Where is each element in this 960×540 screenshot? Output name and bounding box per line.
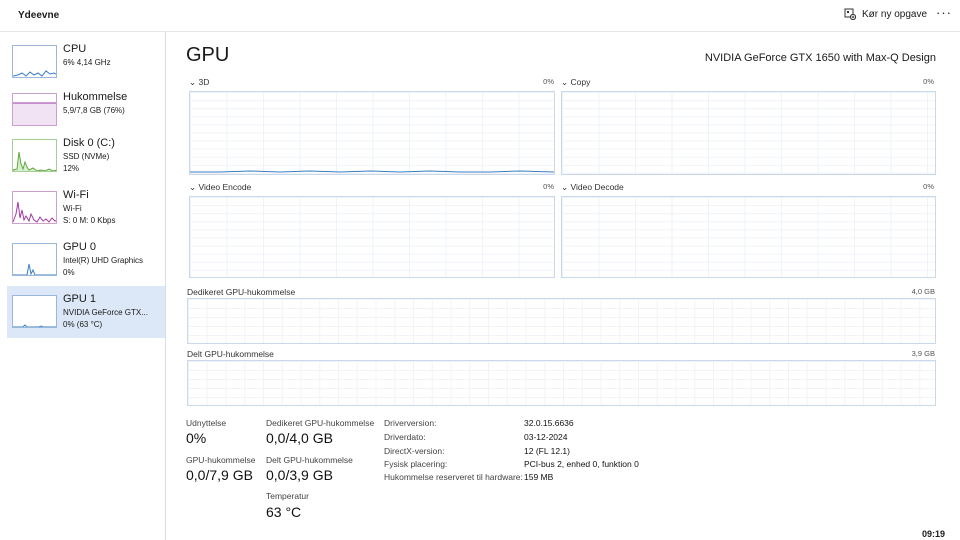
gpu-memory-value: 0,0/7,9 GB xyxy=(186,467,253,483)
sidebar-item-throughput: S: 0 M: 0 Kbps xyxy=(63,216,116,225)
gpu-model-name: NVIDIA GeForce GTX 1650 with Max-Q Desig… xyxy=(704,52,936,64)
directx-version-value: 12 (FL 12.1) xyxy=(524,446,570,456)
sidebar-item-gpu-0[interactable]: GPU 0 Intel(R) UHD Graphics 0% xyxy=(7,234,165,286)
shared-memory-label: Delt GPU-hukommelse xyxy=(266,455,353,465)
graph-selector-video-decode[interactable]: ⌄ Video Decode xyxy=(561,182,624,193)
sidebar-item-title: GPU 1 xyxy=(63,293,97,305)
sidebar-item-detail: Intel(R) UHD Graphics xyxy=(63,256,144,265)
graph-selector-copy[interactable]: ⌄ Copy xyxy=(561,77,590,88)
graph-percent-3d: 0% xyxy=(543,77,554,86)
gpu1-thumbnail xyxy=(12,295,57,328)
shared-memory-graph-label: Delt GPU-hukommelse xyxy=(187,349,274,359)
physical-location-value: PCI-bus 2, enhed 0, funktion 0 xyxy=(524,459,639,469)
driver-date-key: Driverdato: xyxy=(384,432,426,442)
shared-memory-max: 3,9 GB xyxy=(911,349,935,358)
chevron-down-icon: ⌄ xyxy=(189,182,197,192)
graph-selector-video-encode[interactable]: ⌄ Video Encode xyxy=(189,182,251,193)
sidebar-item-usage: 0% (63 °C) xyxy=(63,320,103,329)
graph-percent-video-decode: 0% xyxy=(923,182,934,191)
reserved-memory-key: Hukommelse reserveret til hardware: xyxy=(384,472,523,482)
graph-selector-3d[interactable]: ⌄ 3D xyxy=(189,77,209,88)
graph-label-video-decode: Video Decode xyxy=(570,182,624,192)
new-task-icon xyxy=(844,8,856,20)
sidebar-item-title: Hukommelse xyxy=(63,91,128,103)
graph-percent-video-encode: 0% xyxy=(543,182,554,191)
chevron-down-icon: ⌄ xyxy=(561,182,569,192)
reserved-memory-value: 159 MB xyxy=(524,472,554,482)
graph-label-copy: Copy xyxy=(570,77,591,87)
graph-video-decode xyxy=(561,196,936,278)
dedicated-memory-graph-label: Dedikeret GPU-hukommelse xyxy=(187,287,296,297)
temperature-value: 63 °C xyxy=(266,504,302,520)
memory-thumbnail xyxy=(12,93,57,126)
sidebar-item-title: GPU 0 xyxy=(63,241,97,253)
sidebar-item-cpu[interactable]: CPU 6% 4,14 GHz xyxy=(7,36,165,88)
graph-video-encode xyxy=(189,196,555,278)
physical-location-key: Fysisk placering: xyxy=(384,459,448,469)
sidebar-item-title: CPU xyxy=(63,43,87,55)
driver-date-value: 03-12-2024 xyxy=(524,432,568,442)
dedicated-memory-max: 4,0 GB xyxy=(911,287,935,296)
sidebar-item-detail: Wi-Fi xyxy=(63,204,82,213)
sidebar-item-detail: NVIDIA GeForce GTX... xyxy=(63,308,148,317)
sidebar-item-disk[interactable]: Disk 0 (C:) SSD (NVMe) 12% xyxy=(7,130,165,182)
sidebar-item-gpu-1[interactable]: GPU 1 NVIDIA GeForce GTX... 0% (63 °C) xyxy=(7,286,165,338)
shared-memory-graph xyxy=(187,360,936,406)
shared-memory-value: 0,0/3,9 GB xyxy=(266,467,333,483)
dedicated-memory-graph xyxy=(187,298,936,344)
driver-version-key: Driverversion: xyxy=(384,418,437,428)
sidebar-item-wifi[interactable]: Wi-Fi Wi-Fi S: 0 M: 0 Kbps xyxy=(7,182,165,234)
app-title: Ydeevne xyxy=(18,10,60,21)
graph-copy xyxy=(561,91,936,175)
graph-percent-copy: 0% xyxy=(923,77,934,86)
more-options-button[interactable]: ··· xyxy=(936,5,952,20)
graph-3d-line xyxy=(190,170,554,173)
run-new-task-label: Kør ny opgave xyxy=(862,8,928,20)
cpu-thumbnail xyxy=(12,45,57,78)
dedicated-memory-value: 0,0/4,0 GB xyxy=(266,430,333,446)
clock: 09:19 xyxy=(922,529,946,539)
sidebar-item-detail: SSD (NVMe) xyxy=(63,152,110,161)
wifi-thumbnail xyxy=(12,191,57,224)
sidebar: CPU 6% 4,14 GHz Hukommelse 5,9/7,8 GB (7… xyxy=(0,32,166,540)
gpu0-thumbnail xyxy=(12,243,57,276)
directx-version-key: DirectX-version: xyxy=(384,446,445,456)
sidebar-item-title: Disk 0 (C:) xyxy=(63,137,115,149)
run-new-task-button[interactable]: Kør ny opgave xyxy=(844,8,927,20)
chevron-down-icon: ⌄ xyxy=(189,77,197,87)
title-bar: Ydeevne Kør ny opgave ··· xyxy=(0,0,960,32)
sidebar-item-usage: 12% xyxy=(63,164,80,173)
disk-thumbnail xyxy=(12,139,57,172)
sidebar-item-usage: 0% xyxy=(63,268,75,277)
graph-label-video-encode: Video Encode xyxy=(198,182,252,192)
sidebar-item-detail: 6% 4,14 GHz xyxy=(63,58,111,67)
sidebar-item-memory[interactable]: Hukommelse 5,9/7,8 GB (76%) xyxy=(7,84,165,136)
temperature-label: Temperatur xyxy=(266,491,309,501)
dedicated-memory-label: Dedikeret GPU-hukommelse xyxy=(266,418,375,428)
page-title: GPU xyxy=(186,44,230,66)
graph-label-3d: 3D xyxy=(198,77,210,87)
gpu-memory-label: GPU-hukommelse xyxy=(186,455,256,465)
sidebar-item-detail: 5,9/7,8 GB (76%) xyxy=(63,106,125,115)
graph-3d xyxy=(189,91,555,175)
utilization-value: 0% xyxy=(186,430,207,446)
utilization-label: Udnyttelse xyxy=(186,418,227,428)
chevron-down-icon: ⌄ xyxy=(561,77,569,87)
sidebar-item-title: Wi-Fi xyxy=(63,189,89,201)
driver-version-value: 32.0.15.6636 xyxy=(524,418,574,428)
